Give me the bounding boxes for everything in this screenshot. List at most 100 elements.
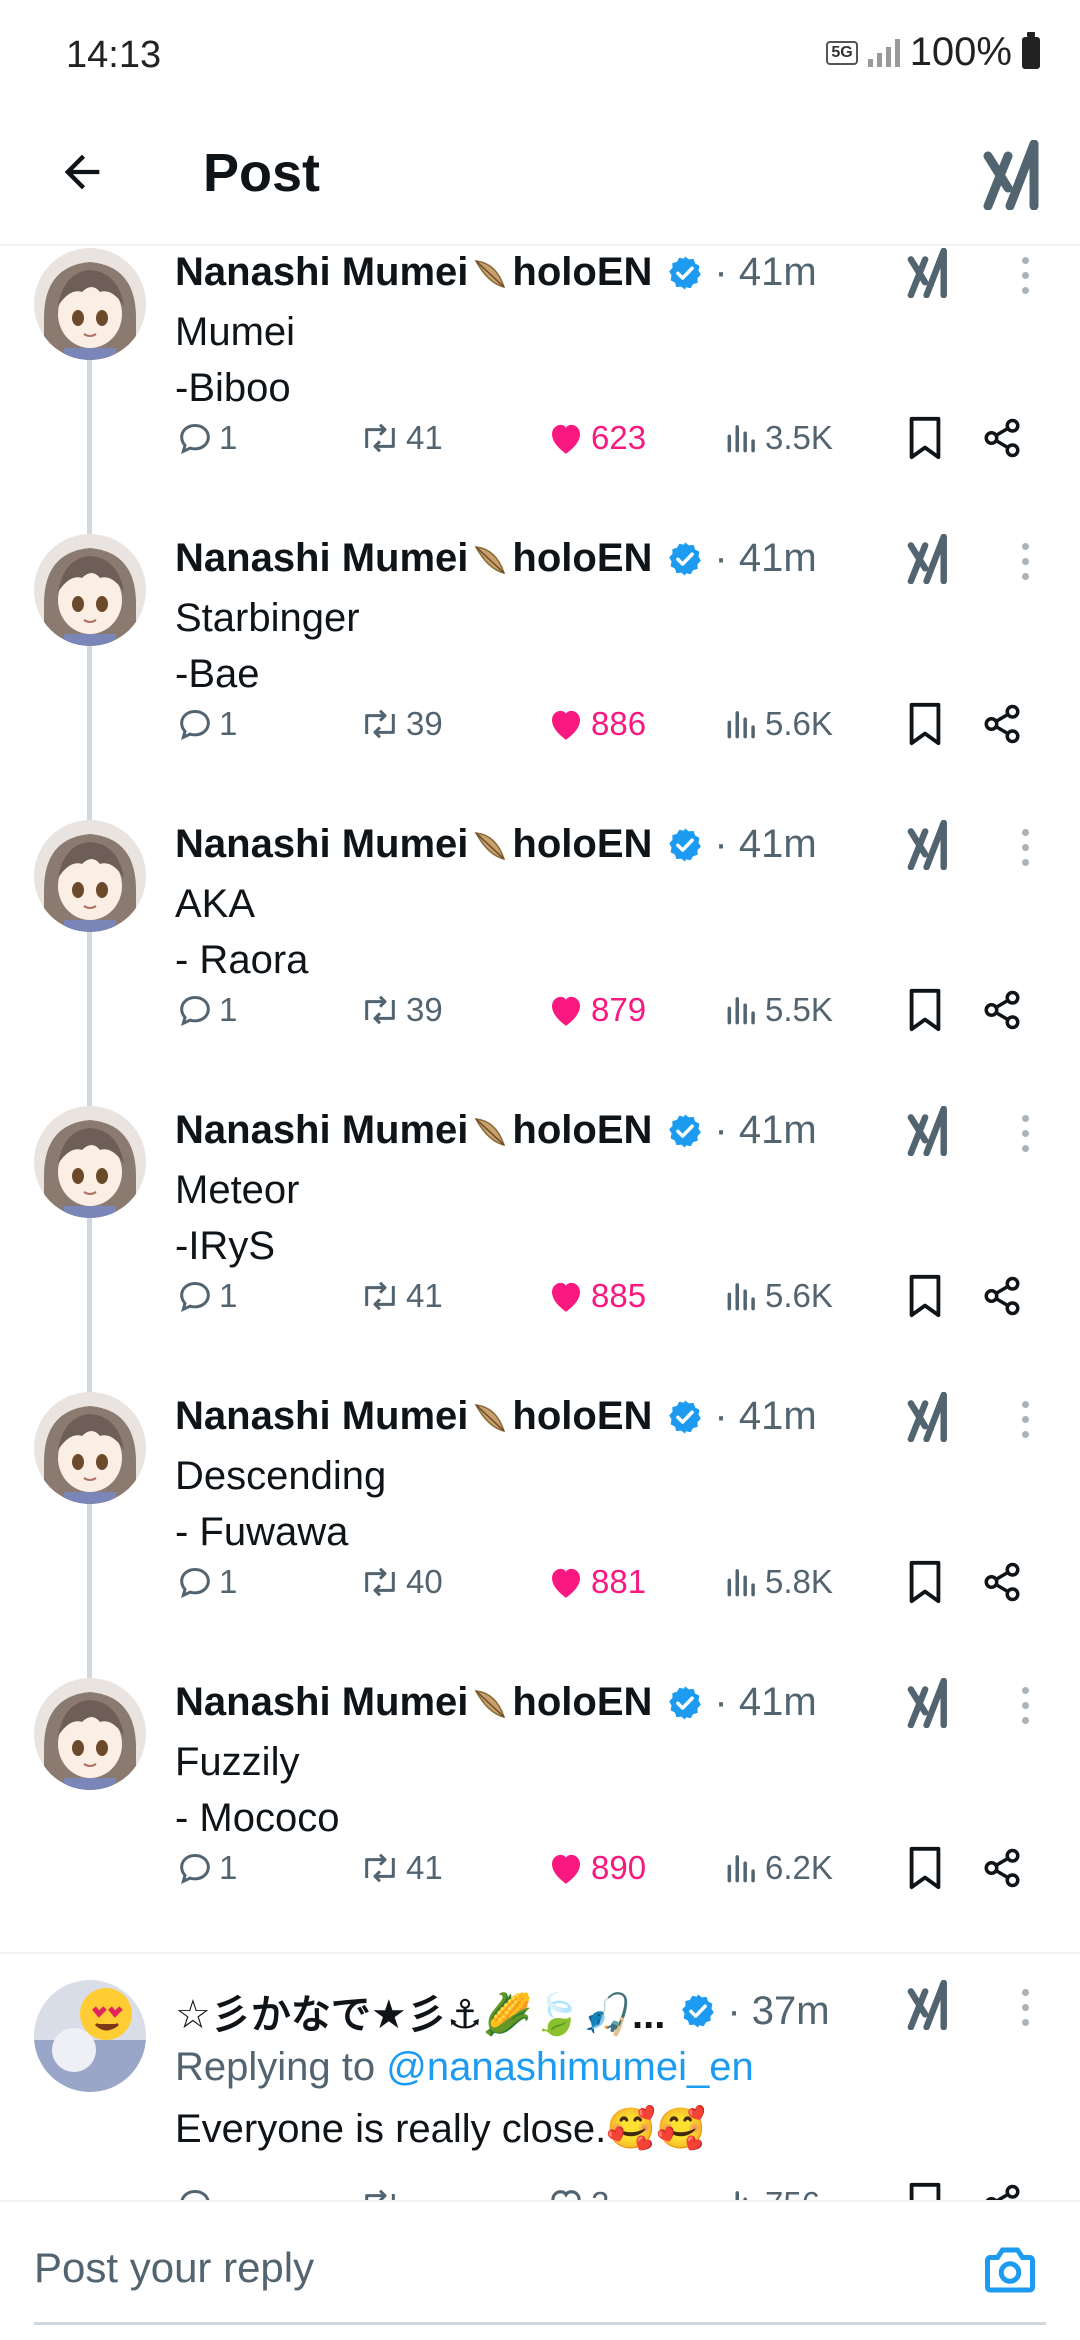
- back-button[interactable]: [50, 140, 114, 204]
- author-name[interactable]: Nanashi Mumei: [175, 536, 468, 581]
- post-time[interactable]: · 41m: [714, 1680, 816, 1725]
- post-time[interactable]: · 41m: [714, 1394, 816, 1439]
- views-button[interactable]: 3.5K: [723, 408, 833, 468]
- grok-button[interactable]: [906, 247, 950, 303]
- bookmark-button[interactable]: [905, 980, 945, 1040]
- avatar[interactable]: [34, 820, 146, 932]
- reply-button[interactable]: 1: [175, 408, 237, 468]
- like-button[interactable]: 879: [545, 980, 646, 1040]
- bookmark-button[interactable]: [905, 1552, 945, 1612]
- views-button[interactable]: 6.2K: [723, 1838, 833, 1898]
- avatar[interactable]: [34, 1678, 146, 1790]
- share-button[interactable]: [981, 1266, 1023, 1326]
- like-button[interactable]: 881: [545, 1552, 646, 1612]
- more-options-button[interactable]: [1010, 1680, 1040, 1730]
- avatar[interactable]: [34, 1106, 146, 1218]
- thread-post[interactable]: Nanashi Mumei holoEN · 41m AKA - Raora 1…: [0, 808, 1080, 1108]
- author-name[interactable]: Nanashi Mumei: [175, 1394, 468, 1439]
- reply-button[interactable]: 1: [175, 694, 237, 754]
- bookmark-button[interactable]: [905, 2174, 945, 2200]
- repost-button[interactable]: [358, 2174, 406, 2200]
- author-name[interactable]: Nanashi Mumei: [175, 822, 468, 867]
- more-options-button[interactable]: [1010, 1982, 1040, 2032]
- grok-button[interactable]: [906, 1391, 950, 1447]
- like-button[interactable]: 890: [545, 1838, 646, 1898]
- more-options-button[interactable]: [1010, 250, 1040, 300]
- more-options-button[interactable]: [1010, 1108, 1040, 1158]
- author-name[interactable]: Nanashi Mumei: [175, 250, 468, 295]
- author-name-suffix[interactable]: holoEN: [512, 1108, 652, 1153]
- views-button[interactable]: 756: [723, 2174, 820, 2200]
- author-name-suffix[interactable]: holoEN: [512, 536, 652, 581]
- author-name[interactable]: ☆彡かなで★彡⚓🌽🍃🎣...: [175, 1982, 665, 2040]
- reply-button[interactable]: [175, 2174, 219, 2200]
- reply-input[interactable]: Post your reply: [34, 2244, 314, 2292]
- more-options-button[interactable]: [1010, 822, 1040, 872]
- views-button[interactable]: 5.8K: [723, 1552, 833, 1612]
- bookmark-button[interactable]: [905, 694, 945, 754]
- share-button[interactable]: [981, 2174, 1023, 2200]
- bookmark-button[interactable]: [905, 1266, 945, 1326]
- share-button[interactable]: [981, 1552, 1023, 1612]
- views-button[interactable]: 5.6K: [723, 1266, 833, 1326]
- mention-link[interactable]: @nanashimumei_en: [386, 2045, 753, 2089]
- heart-filled-icon: [552, 996, 580, 1026]
- avatar[interactable]: [34, 248, 146, 360]
- feather-emoji-icon: [475, 1689, 506, 1718]
- repost-button[interactable]: 40: [358, 1552, 443, 1612]
- feed-list: Nanashi Mumei holoEN · 41m Mumei -Biboo …: [0, 246, 1080, 2200]
- bookmark-button[interactable]: [905, 408, 945, 468]
- reply-button[interactable]: 1: [175, 1266, 237, 1326]
- share-button[interactable]: [981, 694, 1023, 754]
- repost-button[interactable]: 41: [358, 1266, 443, 1326]
- post-time[interactable]: · 41m: [714, 250, 816, 295]
- avatar[interactable]: [34, 1980, 146, 2092]
- reply-post[interactable]: ☆彡かなで★彡⚓🌽🍃🎣... · 37m Replying to @nanash…: [0, 1954, 1080, 2200]
- share-button[interactable]: [981, 1838, 1023, 1898]
- grok-button[interactable]: [906, 1979, 950, 2035]
- author-name-suffix[interactable]: holoEN: [512, 250, 652, 295]
- repost-button[interactable]: 41: [358, 1838, 443, 1898]
- reply-button[interactable]: 1: [175, 1552, 237, 1612]
- thread-post[interactable]: Nanashi Mumei holoEN · 41m Meteor -IRyS …: [0, 1094, 1080, 1394]
- grok-button[interactable]: [906, 1677, 950, 1733]
- post-time[interactable]: · 37m: [727, 1989, 829, 2034]
- grok-button[interactable]: [906, 1105, 950, 1161]
- thread-post[interactable]: Nanashi Mumei holoEN · 41m Starbinger -B…: [0, 522, 1080, 822]
- like-button[interactable]: 2: [545, 2174, 609, 2200]
- repost-button[interactable]: 39: [358, 980, 443, 1040]
- repost-button[interactable]: 41: [358, 408, 443, 468]
- grok-button[interactable]: [982, 139, 1042, 215]
- views-count: 5.5K: [765, 991, 833, 1028]
- like-button[interactable]: 885: [545, 1266, 646, 1326]
- repost-button[interactable]: 39: [358, 694, 443, 754]
- bookmark-button[interactable]: [905, 1838, 945, 1898]
- views-button[interactable]: 5.6K: [723, 694, 833, 754]
- thread-post[interactable]: Nanashi Mumei holoEN · 41m Fuzzily - Moc…: [0, 1666, 1080, 1952]
- post-time[interactable]: · 41m: [714, 1108, 816, 1153]
- share-button[interactable]: [981, 980, 1023, 1040]
- author-name-suffix[interactable]: holoEN: [512, 1394, 652, 1439]
- post-time[interactable]: · 41m: [714, 536, 816, 581]
- like-button[interactable]: 886: [545, 694, 646, 754]
- author-name[interactable]: Nanashi Mumei: [175, 1108, 468, 1153]
- post-time[interactable]: · 41m: [714, 822, 816, 867]
- reply-button[interactable]: 1: [175, 1838, 237, 1898]
- post-feed[interactable]: Nanashi Mumei holoEN · 41m Mumei -Biboo …: [0, 246, 1080, 2200]
- views-button[interactable]: 5.5K: [723, 980, 833, 1040]
- grok-button[interactable]: [906, 533, 950, 589]
- more-options-button[interactable]: [1010, 536, 1040, 586]
- author-name-suffix[interactable]: holoEN: [512, 822, 652, 867]
- author-name-suffix[interactable]: holoEN: [512, 1680, 652, 1725]
- share-button[interactable]: [981, 408, 1023, 468]
- like-button[interactable]: 623: [545, 408, 646, 468]
- avatar[interactable]: [34, 534, 146, 646]
- reply-button[interactable]: 1: [175, 980, 237, 1040]
- author-name[interactable]: Nanashi Mumei: [175, 1680, 468, 1725]
- thread-post[interactable]: Nanashi Mumei holoEN · 41m Mumei -Biboo …: [0, 246, 1080, 536]
- thread-post[interactable]: Nanashi Mumei holoEN · 41m Descending - …: [0, 1380, 1080, 1680]
- avatar[interactable]: [34, 1392, 146, 1504]
- grok-button[interactable]: [906, 819, 950, 875]
- more-options-button[interactable]: [1010, 1394, 1040, 1444]
- camera-button[interactable]: [980, 2240, 1040, 2305]
